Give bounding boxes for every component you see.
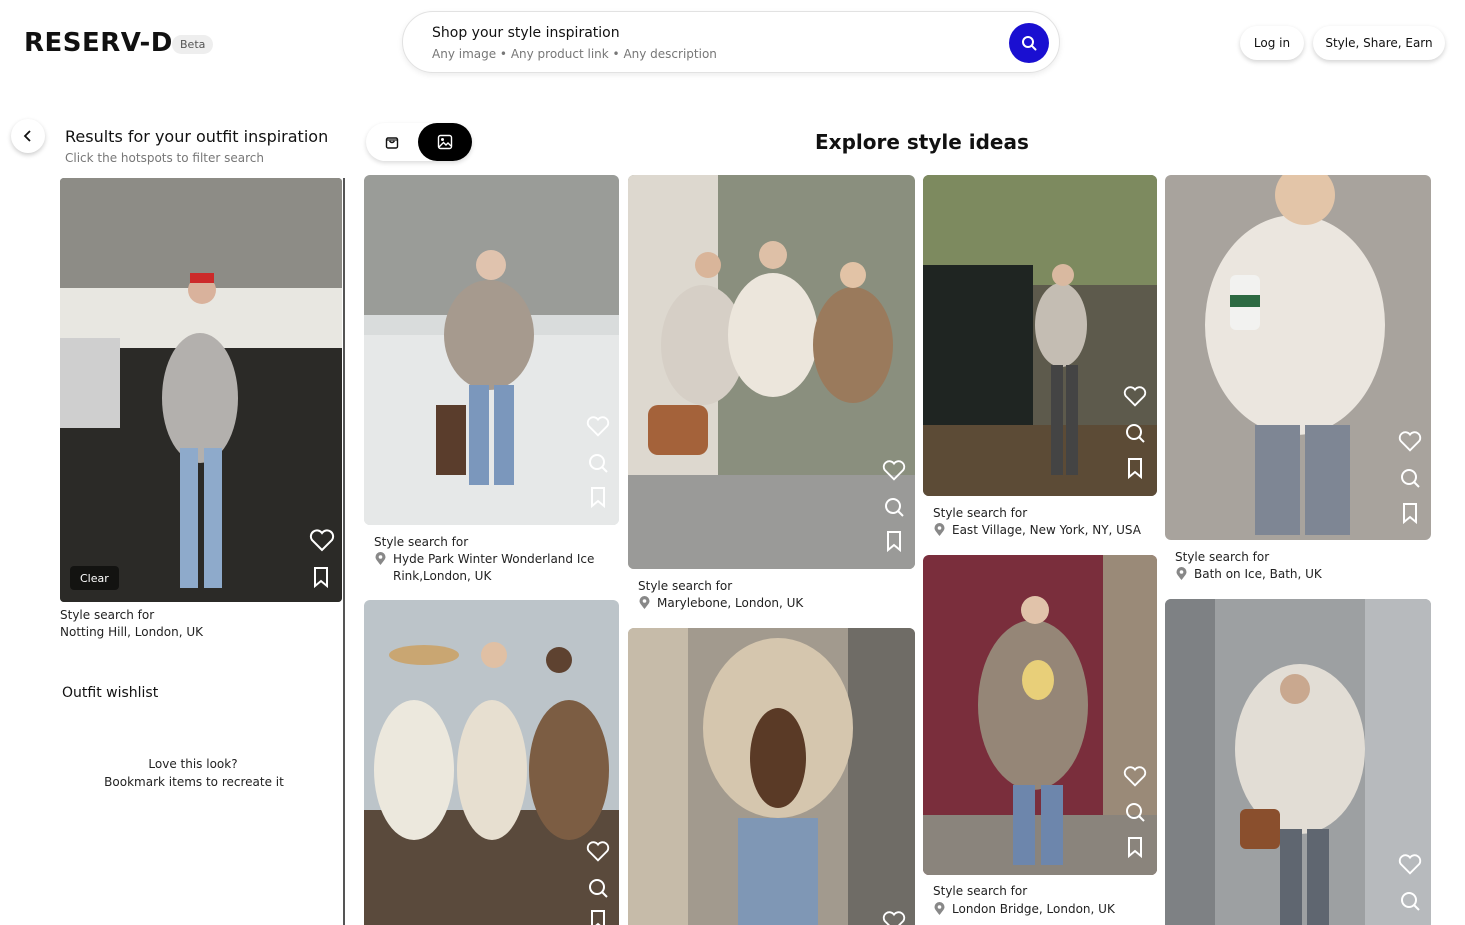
products-view-button[interactable] — [366, 123, 418, 161]
style-card-image[interactable] — [628, 175, 915, 569]
style-card-like-button[interactable] — [1123, 765, 1147, 789]
style-card-bookmark-button[interactable] — [882, 529, 906, 553]
style-card-location: London Bridge, London, UK — [933, 901, 1157, 918]
search-button[interactable] — [1009, 23, 1049, 63]
bookmark-icon — [1403, 503, 1417, 524]
beta-badge: Beta — [172, 35, 214, 54]
style-card-search-button[interactable] — [1123, 800, 1147, 824]
search-icon — [885, 498, 904, 517]
location-pin-icon — [639, 596, 650, 609]
panel-scrollbar[interactable] — [343, 178, 345, 925]
search-icon — [1401, 469, 1420, 488]
style-card-location: Hyde Park Winter Wonderland Ice Rink,Lon… — [374, 551, 614, 585]
login-button[interactable]: Log in — [1240, 26, 1304, 60]
location-pin-icon — [1176, 567, 1187, 580]
location-pin-icon — [934, 902, 945, 915]
style-card-search-button[interactable] — [586, 876, 610, 900]
style-card-image[interactable] — [1165, 599, 1431, 925]
style-card-like-button[interactable] — [1398, 430, 1422, 454]
heart-icon — [882, 911, 906, 925]
location-pin-icon — [934, 523, 945, 536]
inspiration-caption-prefix: Style search for — [60, 608, 155, 622]
heart-icon — [1398, 431, 1422, 452]
style-card-location: East Village, New York, NY, USA — [933, 522, 1157, 539]
wishlist-empty-line1: Love this look? — [148, 757, 238, 771]
heart-icon — [309, 529, 335, 552]
search-icon — [589, 454, 608, 473]
heart-icon — [882, 460, 906, 481]
wishlist-title: Outfit wishlist — [62, 685, 159, 701]
style-card-search-button[interactable] — [1123, 421, 1147, 445]
bookmark-icon — [887, 531, 901, 552]
search-icon — [1022, 36, 1037, 51]
bookmark-icon — [1128, 458, 1142, 479]
heart-icon — [1398, 854, 1422, 875]
heart-icon — [1123, 386, 1147, 407]
style-card-location: Bath on Ice, Bath, UK — [1175, 566, 1425, 583]
style-share-earn-button[interactable]: Style, Share, Earn — [1313, 26, 1445, 60]
results-title: Results for your outfit inspiration — [65, 127, 329, 146]
bookmark-icon — [591, 910, 605, 925]
style-card-search-button[interactable] — [586, 451, 610, 475]
heart-icon — [1123, 766, 1147, 787]
style-card-caption-prefix: Style search for — [1175, 550, 1270, 564]
style-card-like-button[interactable] — [882, 910, 906, 925]
images-view-button[interactable] — [418, 123, 472, 161]
view-toggle[interactable] — [366, 123, 472, 161]
bookmark-icon — [1128, 837, 1142, 858]
heart-icon — [586, 416, 610, 437]
style-card-bookmark-button[interactable] — [1398, 501, 1422, 525]
style-card-like-button[interactable] — [882, 459, 906, 483]
inspiration-image[interactable] — [60, 178, 342, 602]
style-card-bookmark-button[interactable] — [1123, 835, 1147, 859]
style-card-like-button[interactable] — [586, 415, 610, 439]
style-card-caption-prefix: Style search for — [933, 506, 1028, 520]
chevron-left-icon — [23, 130, 31, 142]
style-card-like-button[interactable] — [1123, 385, 1147, 409]
style-card-search-button[interactable] — [1398, 466, 1422, 490]
style-card-bookmark-button[interactable] — [586, 908, 610, 925]
style-card-caption-prefix: Style search for — [638, 579, 733, 593]
shopping-bag-icon — [385, 137, 399, 149]
search-hint: Any image • Any product link • Any descr… — [432, 47, 717, 61]
back-button[interactable] — [11, 119, 45, 153]
style-card-search-button[interactable] — [1398, 889, 1422, 913]
inspiration-bookmark-button[interactable] — [311, 566, 331, 592]
explore-title: Explore style ideas — [815, 130, 1029, 154]
wishlist-empty-line2: Bookmark items to recreate it — [104, 775, 284, 789]
search-bar[interactable]: Shop your style inspiration Any image • … — [402, 11, 1060, 73]
style-card-search-button[interactable] — [882, 495, 906, 519]
search-icon — [589, 879, 608, 898]
logo[interactable]: RESERV-D — [24, 28, 173, 58]
style-card-like-button[interactable] — [586, 840, 610, 864]
style-card-image[interactable] — [364, 175, 619, 525]
clear-button[interactable]: Clear — [70, 566, 119, 590]
style-card-caption-prefix: Style search for — [933, 884, 1028, 898]
style-card-like-button[interactable] — [1398, 853, 1422, 877]
style-card-caption-prefix: Style search for — [374, 535, 469, 549]
bookmark-icon — [591, 487, 605, 508]
style-card-image[interactable] — [364, 600, 619, 925]
search-icon — [1126, 803, 1145, 822]
style-card-bookmark-button[interactable] — [1123, 456, 1147, 480]
style-card-image[interactable] — [923, 175, 1157, 496]
search-title: Shop your style inspiration — [432, 25, 620, 41]
bookmark-icon — [314, 567, 328, 589]
style-card-location: Marylebone, London, UK — [638, 595, 908, 612]
style-card-image[interactable] — [1165, 175, 1431, 540]
search-icon — [1401, 892, 1420, 911]
image-icon — [437, 134, 453, 150]
style-card-bookmark-button[interactable] — [586, 485, 610, 509]
results-subtitle: Click the hotspots to filter search — [65, 151, 265, 165]
inspiration-like-button[interactable] — [309, 529, 335, 557]
location-pin-icon — [375, 552, 386, 565]
heart-icon — [586, 841, 610, 862]
style-card-image[interactable] — [628, 628, 915, 925]
style-card-image[interactable] — [923, 555, 1157, 875]
search-icon — [1126, 424, 1145, 443]
inspiration-location: Notting Hill, London, UK — [60, 625, 204, 639]
